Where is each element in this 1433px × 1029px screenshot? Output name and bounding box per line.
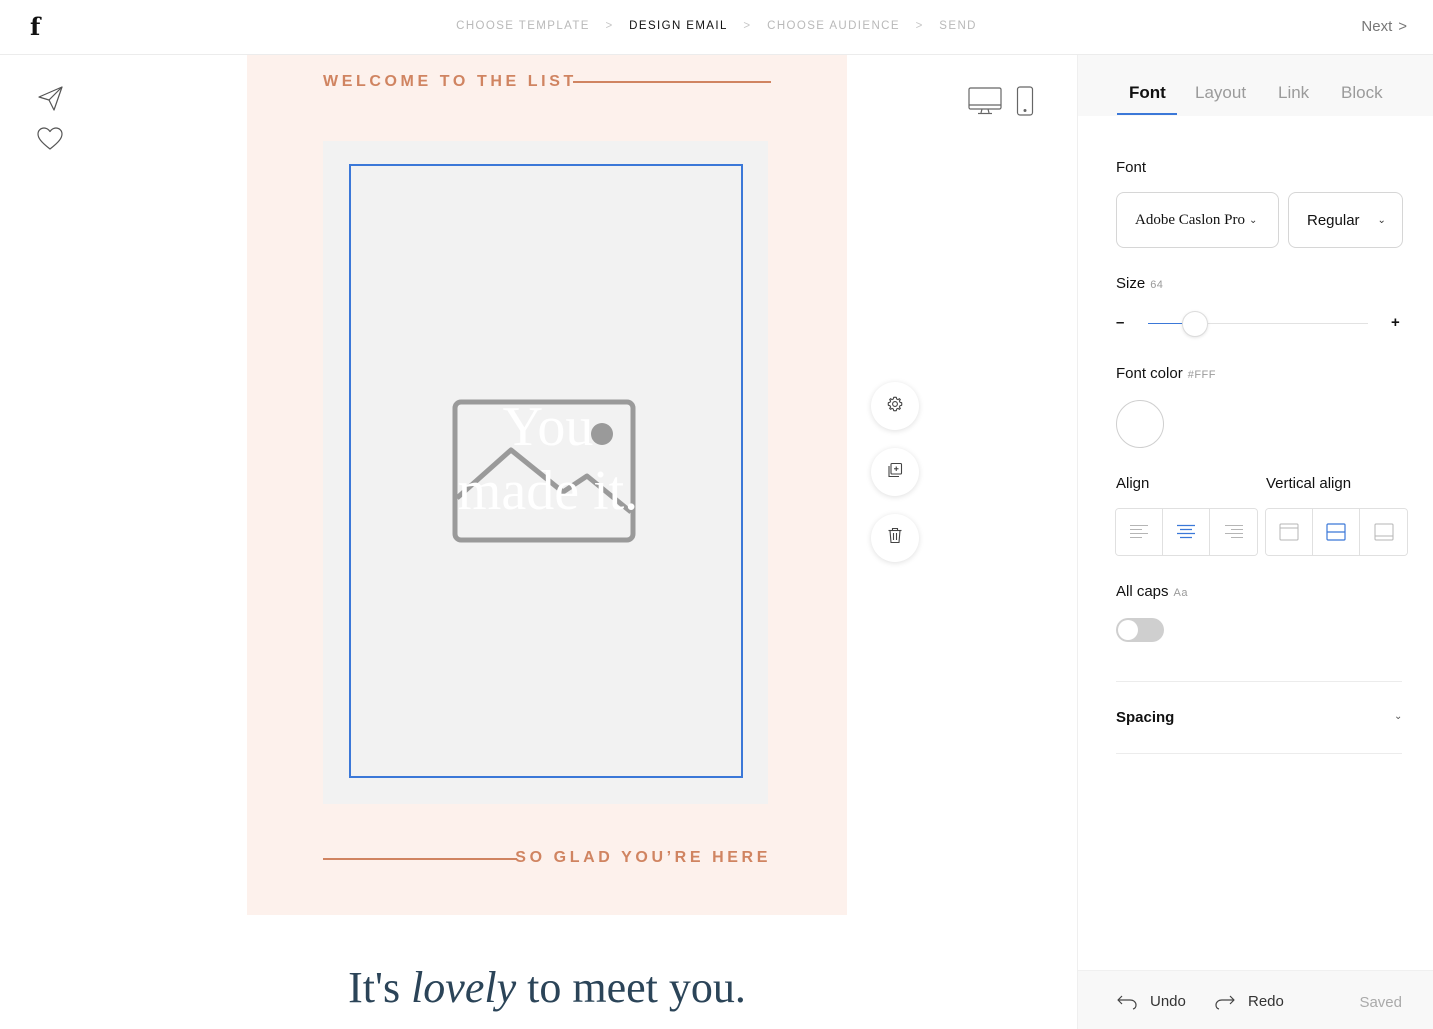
step-send[interactable]: SEND (939, 20, 977, 32)
section-divider (1116, 681, 1402, 682)
tab-layout[interactable]: Layout (1195, 83, 1246, 103)
tab-link[interactable]: Link (1278, 83, 1309, 103)
overlay-line-2: made it. (457, 460, 639, 522)
align-left-icon (1130, 525, 1148, 538)
size-slider-handle[interactable] (1182, 311, 1208, 337)
next-label: Next (1361, 18, 1393, 35)
properties-panel: Font Layout Link Block Font Adobe Caslon… (1077, 55, 1433, 1029)
font-color-label-text: Font color (1116, 365, 1183, 382)
redo-button[interactable]: Redo (1214, 993, 1284, 1010)
step-choose-audience[interactable]: CHOOSE AUDIENCE (767, 20, 900, 32)
gear-icon (887, 396, 903, 417)
all-caps-label-text: All caps (1116, 583, 1169, 600)
duplicate-block-button[interactable] (871, 448, 919, 496)
body-heading-emphasis: lovely (411, 963, 517, 1012)
panel-tabs: Font Layout Link Block (1078, 55, 1433, 116)
chevron-down-icon: ⌄ (1249, 214, 1258, 226)
spacing-section-toggle[interactable]: Spacing (1116, 709, 1174, 726)
font-color-label: Font color #FFF (1116, 365, 1216, 382)
step-design-email[interactable]: DESIGN EMAIL (629, 20, 728, 32)
desktop-icon[interactable] (968, 87, 1002, 120)
body-heading-start: It's (348, 963, 412, 1012)
font-family-value: Adobe Caslon Pro (1135, 211, 1245, 228)
size-value: 64 (1150, 279, 1164, 291)
body-heading[interactable]: It's lovely to meet you. (247, 962, 847, 1013)
align-center-icon (1177, 524, 1195, 539)
heading-rule-bottom (323, 858, 517, 860)
font-color-swatch[interactable] (1116, 400, 1164, 448)
size-label-text: Size (1116, 275, 1146, 292)
redo-icon (1215, 995, 1235, 1010)
redo-label: Redo (1248, 993, 1284, 1010)
valign-bottom-button[interactable] (1360, 509, 1407, 555)
heart-icon[interactable] (36, 126, 64, 154)
heading-glad[interactable]: SO GLAD YOU’RE HERE (515, 849, 771, 867)
heading-rule-top (573, 81, 771, 83)
chevron-down-icon: ⌄ (1377, 214, 1386, 226)
toggle-knob (1118, 620, 1138, 640)
valign-middle-button[interactable] (1313, 509, 1360, 555)
undo-button[interactable]: Undo (1116, 993, 1186, 1010)
align-button-group (1115, 508, 1258, 556)
undo-label: Undo (1150, 993, 1186, 1010)
vertical-align-label: Vertical align (1266, 475, 1352, 492)
size-decrease-button[interactable]: – (1116, 314, 1124, 331)
active-tab-indicator (1117, 113, 1177, 115)
align-right-icon (1224, 525, 1243, 538)
align-left-button[interactable] (1116, 509, 1163, 555)
chevron-down-icon[interactable]: ⌄ (1394, 711, 1402, 722)
next-button[interactable]: Next > (1361, 18, 1407, 35)
section-divider (1116, 753, 1402, 754)
chevron-right-icon: > (1398, 18, 1407, 35)
font-weight-select[interactable]: Regular ⌄ (1288, 192, 1403, 248)
tab-font[interactable]: Font (1129, 83, 1166, 103)
email-canvas[interactable]: WELCOME TO THE LIST You made it. SO GLAD… (247, 55, 847, 915)
font-weight-value: Regular (1307, 211, 1360, 229)
step-separator: > (915, 20, 924, 32)
valign-top-icon (1279, 523, 1299, 541)
mobile-icon[interactable] (1016, 86, 1034, 121)
top-bar: f CHOOSE TEMPLATE > DESIGN EMAIL > CHOOS… (0, 0, 1433, 55)
history-bar: Undo Redo Saved (1078, 970, 1433, 1029)
valign-bottom-icon (1374, 523, 1393, 541)
step-separator: > (743, 20, 752, 32)
size-increase-button[interactable]: + (1391, 314, 1400, 331)
valign-top-button[interactable] (1266, 509, 1313, 555)
align-label: Align (1116, 475, 1150, 492)
step-breadcrumb: CHOOSE TEMPLATE > DESIGN EMAIL > CHOOSE … (0, 20, 1433, 32)
duplicate-icon (887, 462, 903, 483)
tab-block[interactable]: Block (1341, 83, 1383, 103)
size-label: Size 64 (1116, 275, 1163, 292)
delete-block-button[interactable] (871, 514, 919, 562)
paper-plane-icon[interactable] (36, 84, 64, 112)
all-caps-hint: Aa (1173, 587, 1188, 599)
trash-icon (887, 527, 903, 549)
align-center-button[interactable] (1163, 509, 1210, 555)
undo-icon (1117, 995, 1137, 1010)
body-heading-end: to meet you. (516, 963, 746, 1012)
overlay-line-1: You (502, 396, 594, 458)
save-status: Saved (1359, 994, 1402, 1011)
all-caps-label: All caps Aa (1116, 583, 1188, 600)
all-caps-toggle[interactable] (1116, 618, 1164, 642)
image-overlay-text[interactable]: You made it. (423, 395, 673, 523)
font-family-select[interactable]: Adobe Caslon Pro ⌄ (1116, 192, 1279, 248)
font-color-value: #FFF (1187, 369, 1216, 381)
font-label: Font (1116, 159, 1147, 176)
step-choose-template[interactable]: CHOOSE TEMPLATE (456, 20, 590, 32)
vertical-align-button-group (1265, 508, 1408, 556)
block-settings-button[interactable] (871, 382, 919, 430)
align-right-button[interactable] (1210, 509, 1257, 555)
step-separator: > (605, 20, 614, 32)
valign-middle-icon (1326, 523, 1346, 541)
heading-welcome[interactable]: WELCOME TO THE LIST (323, 73, 577, 91)
